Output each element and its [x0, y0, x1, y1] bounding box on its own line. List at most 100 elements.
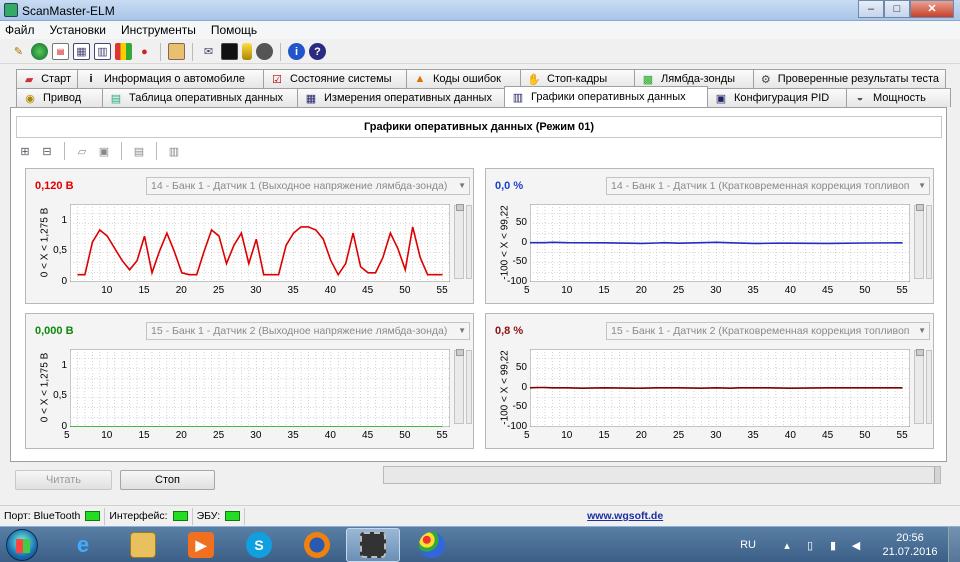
zoom-slider[interactable]	[454, 204, 464, 279]
tab-live-data-measurements[interactable]: ▦ Измерения оперативных данных	[297, 88, 505, 107]
interface-label: Интерфейс:	[109, 510, 168, 522]
pid-select-value: 15 - Банк 1 - Датчик 2 (Выходное напряже…	[151, 325, 448, 337]
pid-select[interactable]: 15 - Банк 1 - Датчик 2 (Кратковременная …	[606, 322, 930, 340]
language-indicator[interactable]: RU	[740, 539, 756, 551]
info-icon: i	[89, 73, 93, 85]
graph-box-4: 0,8 % 15 - Банк 1 - Датчик 2 (Кратковреме…	[485, 313, 934, 449]
scroll-slider[interactable]	[466, 205, 472, 279]
taskbar-scanmaster[interactable]	[346, 528, 400, 562]
x-tick-label: 25	[213, 430, 225, 441]
line-plot	[70, 349, 450, 427]
zoom-slider[interactable]	[454, 349, 464, 424]
graph-icon: ▥	[512, 91, 524, 104]
website-link[interactable]: www.wgsoft.de	[475, 510, 775, 522]
chart-icon[interactable]: ▥	[94, 43, 111, 60]
tab-pid-config[interactable]: ▣ Конфигурация PID	[707, 88, 847, 107]
volume-icon[interactable]: ◀	[849, 538, 863, 552]
pid-select[interactable]: 14 - Банк 1 - Датчик 1 (Выходное напряже…	[146, 177, 470, 195]
taskbar-paint[interactable]	[405, 528, 459, 562]
x-tick-label: 10	[561, 430, 573, 441]
zoom-slider[interactable]	[914, 349, 924, 424]
add-graph-icon[interactable]: ⊞	[17, 143, 33, 159]
remove-graph-icon[interactable]: ⊟	[39, 143, 55, 159]
read-button[interactable]: Читать	[15, 470, 112, 490]
scanmaster-icon	[360, 532, 386, 558]
x-tick-label: 45	[362, 430, 374, 441]
show-desktop-button[interactable]	[948, 527, 960, 562]
toolbar-separator	[156, 142, 157, 160]
maximize-button[interactable]: □	[884, 0, 910, 18]
toolbar-separator	[192, 42, 193, 61]
globe-icon[interactable]	[31, 43, 48, 60]
progress-grip	[934, 467, 940, 483]
y-tick-label: 0,5	[53, 245, 67, 257]
battery-icon[interactable]	[242, 43, 252, 60]
network-icon[interactable]: ▮	[826, 538, 840, 552]
connect-icon[interactable]: ✎	[10, 43, 27, 60]
scroll-slider[interactable]	[926, 350, 932, 424]
pid-select[interactable]: 14 - Банк 1 - Датчик 1 (Кратковременная …	[606, 177, 930, 195]
menu-tools[interactable]: Инструменты	[121, 21, 196, 39]
scroll-slider[interactable]	[466, 350, 472, 424]
start-button[interactable]	[6, 529, 38, 561]
info-icon[interactable]: i	[288, 43, 305, 60]
x-tick-label: 35	[287, 285, 299, 296]
zoom-slider[interactable]	[914, 204, 924, 279]
open-icon[interactable]: ▱	[74, 143, 90, 159]
x-tick-label: 15	[598, 285, 610, 296]
tab-live-data-graphs[interactable]: ▥ Графики оперативных данных	[504, 86, 708, 107]
x-tick-label: 35	[747, 285, 759, 296]
tab-test-results[interactable]: ⚙ Проверенные результаты теста	[753, 69, 946, 88]
clipboard-icon[interactable]	[168, 43, 185, 60]
terminal-icon[interactable]	[221, 43, 238, 60]
help-icon[interactable]: ?	[309, 43, 326, 60]
minimize-button[interactable]: –	[858, 0, 884, 18]
window-title: ScanMaster-ELM	[22, 4, 115, 18]
clock[interactable]: 20:56 21.07.2016	[872, 531, 948, 559]
x-tick-label: 25	[673, 430, 685, 441]
trafficlight-icon[interactable]: ●	[136, 43, 153, 60]
menu-help[interactable]: Помощь	[211, 21, 257, 39]
taskbar-ie[interactable]: e	[56, 528, 110, 562]
stop-button[interactable]: Стоп	[120, 470, 215, 490]
tab-vehicle-info[interactable]: i Информация о автомобиле	[77, 69, 264, 88]
save-icon[interactable]: ▣	[96, 143, 112, 159]
taskbar-firefox[interactable]	[290, 528, 344, 562]
battery-tray-icon[interactable]: ▯	[803, 538, 817, 552]
windows-logo-icon	[16, 539, 30, 553]
mediaplayer-icon: ▶	[188, 532, 214, 558]
graph-box-3: 0,000 В 15 - Банк 1 - Датчик 2 (Выходное …	[25, 313, 474, 449]
x-tick-label: 55	[436, 430, 448, 441]
menu-file[interactable]: Файл	[5, 21, 35, 39]
pid-select[interactable]: 15 - Банк 1 - Датчик 2 (Выходное напряже…	[146, 322, 470, 340]
tab-live-data-table[interactable]: ▤ Таблица оперативных данных	[102, 88, 298, 107]
paint-icon	[419, 532, 445, 558]
grid-icon[interactable]: ▦	[73, 43, 90, 60]
chevron-down-icon: ▼	[918, 326, 926, 335]
toolbar-separator	[160, 42, 161, 61]
taskbar-explorer[interactable]	[116, 528, 170, 562]
x-tick-label: 20	[175, 285, 187, 296]
stop-icon[interactable]	[256, 43, 273, 60]
tab-drive[interactable]: ◉ Привод	[16, 88, 103, 107]
tab-power[interactable]: ◒ Мощность	[846, 88, 951, 107]
taskbar-skype[interactable]: S	[232, 528, 286, 562]
report-icon[interactable]: ▤	[52, 43, 69, 60]
tab-system-status[interactable]: ☑ Состояние системы	[263, 69, 407, 88]
colorbars-icon[interactable]	[115, 43, 132, 60]
power-icon: ◒	[856, 92, 864, 104]
scroll-slider[interactable]	[926, 205, 932, 279]
main-toolbar: ✎ ▤ ▦ ▥ ● ✉ i ?	[0, 40, 960, 64]
clock-time: 20:56	[896, 532, 924, 544]
menu-settings[interactable]: Установки	[50, 21, 106, 39]
print-preview-icon[interactable]: ▥	[166, 143, 182, 159]
tray-arrow-icon[interactable]: ▴	[780, 538, 794, 552]
close-button[interactable]: ✕	[910, 0, 954, 18]
x-tick-label: 50	[859, 285, 871, 296]
toolbar-separator	[64, 142, 65, 160]
taskbar-mediaplayer[interactable]: ▶	[174, 528, 228, 562]
print-icon[interactable]: ▤	[131, 143, 147, 159]
y-tick-labels: 0 0,5 1	[26, 349, 70, 432]
chat-icon[interactable]: ✉	[200, 43, 217, 60]
tab-start[interactable]: ▰ Старт	[16, 69, 78, 88]
